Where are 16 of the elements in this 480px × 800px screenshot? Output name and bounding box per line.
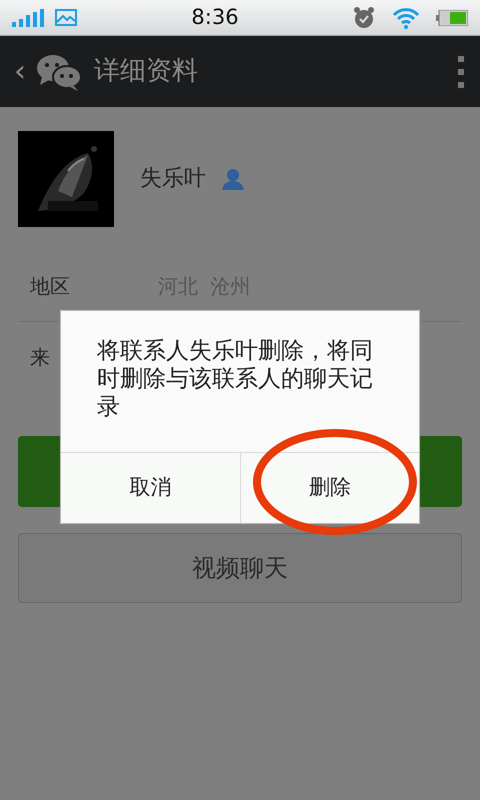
more-icon (458, 56, 466, 88)
clock-text: 8:36 (191, 4, 239, 31)
person-icon (222, 168, 244, 190)
alarm-clock-icon (352, 6, 376, 30)
field-label: 来 (30, 344, 50, 371)
screen-title: 详细资料 (94, 55, 198, 88)
chat-bubbles-icon (36, 52, 82, 90)
image-icon (54, 8, 78, 28)
back-button[interactable]: ‹ (14, 56, 26, 86)
more-menu-button[interactable] (458, 56, 466, 88)
dialog-message: 将联系人失乐叶删除，将同时删除与该联系人的聊天记录 (96, 337, 374, 422)
contact-name: 失乐叶 (140, 164, 206, 192)
signal-icon (12, 8, 46, 26)
wifi-icon (392, 6, 420, 28)
field-label: 地区 (30, 273, 70, 300)
battery-icon (436, 10, 468, 26)
